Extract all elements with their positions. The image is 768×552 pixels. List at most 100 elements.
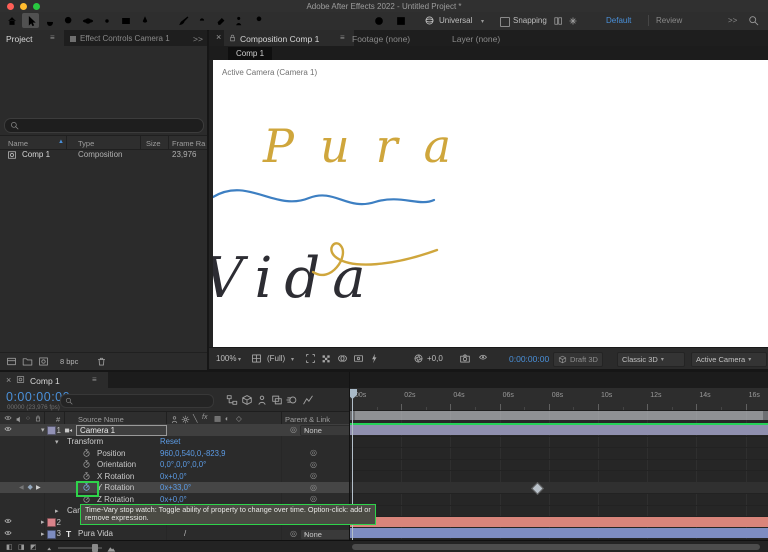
zoom-tool[interactable] [60,13,77,28]
workspace-review[interactable]: Review [656,16,682,25]
toggle-transfer-controls-pane-icon[interactable]: ◨ [18,543,25,551]
exposure-value[interactable]: +0,0 [427,354,443,363]
stopwatch-icon[interactable] [82,459,91,469]
property-value[interactable]: 0x+33,0° [160,483,191,492]
type-tool[interactable] [155,13,172,28]
puppet-pin-tool[interactable] [250,13,267,28]
resolution-dropdown[interactable]: (Full) [267,354,285,363]
tab-project[interactable]: Project ≡ [0,30,64,46]
snapping-checkbox[interactable] [500,17,510,27]
col-type[interactable]: Type [78,139,94,148]
stopwatch-icon[interactable] [82,448,91,458]
preview-timecode[interactable]: 0:00:00:00 [509,354,549,364]
magnification-dropdown[interactable]: 100% [216,354,236,363]
property-name[interactable]: Y Rotation [97,483,134,492]
project-search-input[interactable] [4,118,204,133]
brush-tool[interactable] [174,13,191,28]
property-value[interactable]: 960,0,540,0,-823,9 [160,449,225,458]
zoom-slider-thumb[interactable] [92,544,98,552]
snap-edges-icon[interactable] [568,16,578,26]
property-name[interactable]: Orientation [97,460,136,469]
sort-ascending-icon[interactable]: ▲ [58,139,64,145]
delete-item-icon[interactable] [96,356,107,367]
tab-layer[interactable]: Layer (none) [452,34,500,44]
viewer-menu-icon[interactable]: ≡ [340,33,345,42]
pickwhip-icon[interactable]: ◎ [310,460,317,469]
video-eye-icon[interactable] [3,426,13,434]
view-dropdown[interactable]: Active Camera ▾ [691,352,767,367]
property-name[interactable]: Position [97,449,125,458]
property-name[interactable]: Z Rotation [97,495,134,504]
property-row-y-rotation[interactable]: ◀◆▶Y Rotation0x+33,0°◎ [0,482,349,494]
transparency-grid-icon[interactable] [321,353,332,364]
new-folder-icon[interactable] [22,356,33,367]
property-row-x-rotation[interactable]: X Rotation 0x+0,0° ◎ [0,470,349,482]
property-name[interactable]: X Rotation [97,472,134,481]
workspace-default[interactable]: Default [606,16,631,25]
close-viewer-icon[interactable]: × [216,32,221,42]
snap-features-icon[interactable] [553,16,563,26]
layer-row-camera-1[interactable]: ▾1Camera 1◎None▾ [0,424,349,436]
property-row-position[interactable]: Position 960,0,540,0,-823,9 ◎ [0,447,349,459]
layer-name[interactable]: Pura Vida [78,529,113,538]
layer-row-pura-vida[interactable]: ▸3TPura Vida/◎None▾ [0,528,349,540]
label-color-swatch[interactable] [47,426,56,435]
universal-label[interactable]: Universal [439,16,472,25]
col-name[interactable]: Name [8,139,28,148]
layer-duration-bar[interactable] [350,517,768,527]
pixel-aspect-icon[interactable] [353,353,364,364]
search-workspace-icon[interactable] [748,15,759,26]
project-tab-overflow[interactable]: >> [193,34,203,44]
twirl-arrow-icon[interactable]: ▸ [55,507,59,515]
world-axis-button[interactable] [370,13,387,28]
tab-timeline-comp[interactable]: × Comp 1 ≡ [0,372,108,388]
pickwhip-icon[interactable]: ◎ [290,425,297,434]
clone-stamp-tool[interactable] [193,13,210,28]
tab-effect-controls[interactable]: Effect Controls Camera 1 [80,34,170,43]
timeline-zoom-slider[interactable] [58,547,102,549]
label-color-swatch[interactable] [47,518,56,527]
property-value[interactable]: 0x+0,0° [160,495,187,504]
parent-dropdown[interactable]: None▾ [300,425,349,436]
pickwhip-icon[interactable]: ◎ [310,448,317,457]
pan-behind-tool[interactable] [98,13,115,28]
col-size[interactable]: Size [146,139,161,148]
exposure-icon[interactable] [413,353,424,364]
timeline-menu-icon[interactable]: ≡ [92,375,97,384]
keyframe-toggle-icon[interactable]: ◆ [28,483,33,491]
bit-depth-label[interactable]: 8 bpc [60,357,78,366]
local-axis-button[interactable] [348,13,365,28]
pickwhip-icon[interactable]: ◎ [310,483,317,492]
orbit-camera-tool[interactable] [79,13,96,28]
universal-dropdown-arrow[interactable]: ▾ [481,18,484,25]
col-frame-rate[interactable]: Frame Ra [172,139,205,148]
twirl-arrow-icon[interactable]: ▸ [41,530,45,538]
roto-brush-tool[interactable] [231,13,248,28]
toggle-inout-pane-icon[interactable]: ◩ [30,543,37,551]
property-value[interactable]: 0,0°,0,0°,0,0° [160,460,206,469]
twirl-arrow-icon[interactable]: ▸ [41,518,45,526]
property-row-orientation[interactable]: Orientation 0,0°,0,0°,0,0° ◎ [0,459,349,471]
horizontal-scrollbar[interactable] [352,544,760,550]
property-value[interactable]: 0x+0,0° [160,472,187,481]
pickwhip-icon[interactable]: ◎ [310,471,317,480]
prev-keyframe-icon[interactable]: ◀ [19,484,24,491]
quality-switch[interactable]: / [184,529,186,538]
pen-tool[interactable] [136,13,153,28]
mask-visibility-icon[interactable] [337,353,348,364]
workspace-overflow[interactable]: >> [728,16,737,25]
project-item-row[interactable]: Comp 1 Composition 23,976 [0,148,207,161]
eraser-tool[interactable] [212,13,229,28]
composition-canvas[interactable]: Active Camera (Camera 1) Pura Vida [213,60,768,347]
zoom-out-mountain-icon[interactable] [46,543,55,552]
universal-camera-icon[interactable] [424,15,435,26]
lock-viewer-icon[interactable] [228,33,237,43]
parent-dropdown[interactable]: None▾ [300,529,349,540]
layer-duration-bar[interactable] [350,425,768,435]
home-tool[interactable] [3,13,20,28]
property-value[interactable]: Reset [160,437,180,446]
magnification-arrow[interactable]: ▾ [238,356,241,363]
tab-footage[interactable]: Footage (none) [352,34,410,44]
property-name[interactable]: Transform [67,437,103,446]
view-axis-button[interactable] [392,13,409,28]
